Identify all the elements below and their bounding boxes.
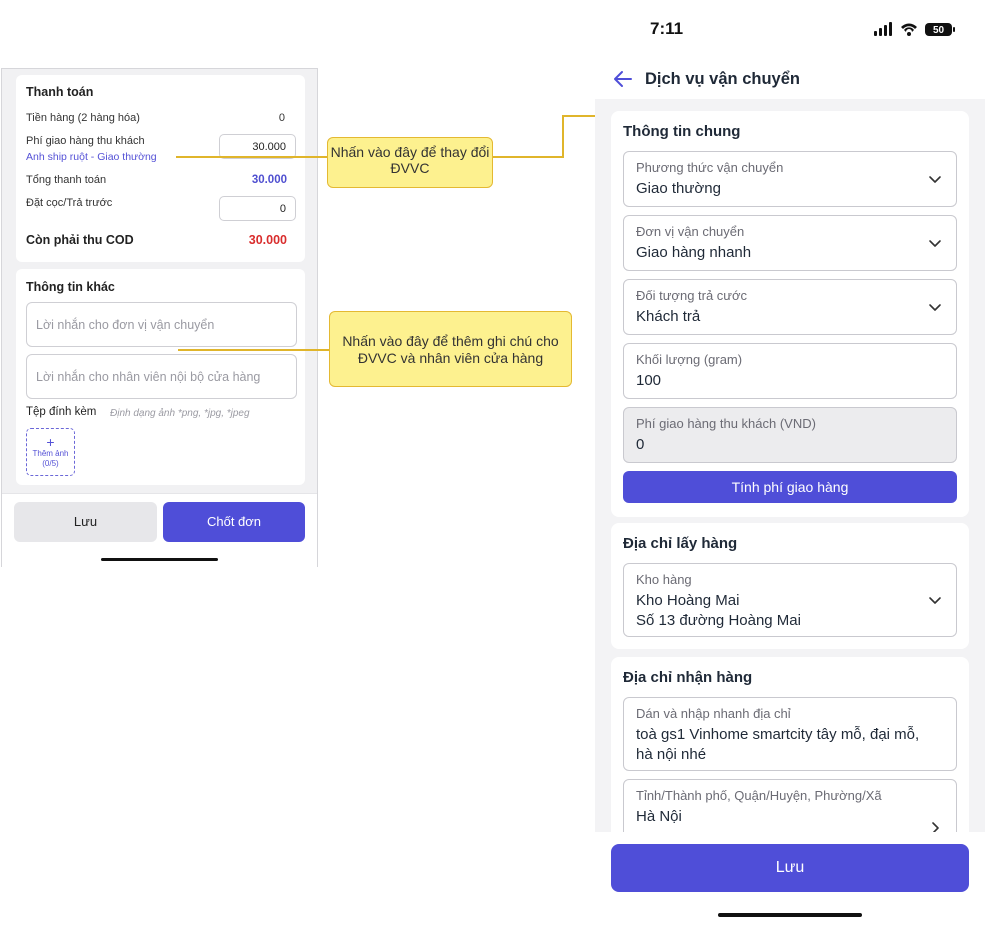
chevron-down-icon <box>929 240 941 247</box>
quick-address-label: Dán và nhập nhanh địa chỉ <box>636 706 791 721</box>
attachment-label: Tệp đính kèm <box>26 406 97 418</box>
general-info-title: Thông tin chung <box>623 123 741 140</box>
chevron-right-icon <box>932 822 939 832</box>
other-info-card: Thông tin khác Lời nhắn cho đơn vị vận c… <box>16 269 305 485</box>
pickup-address-card: Địa chỉ lấy hàng Kho hàng Kho Hoàng Mai … <box>611 523 969 649</box>
add-photo-button[interactable]: + Thêm ảnh (0/5) <box>26 428 75 476</box>
status-icons: 50 <box>874 22 955 36</box>
callout-add-note: Nhấn vào đây để thêm ghi chú cho ĐVVC và… <box>329 311 572 387</box>
action-bar: Lưu Chốt đơn <box>2 493 317 567</box>
deposit-input[interactable]: 0 <box>219 196 296 221</box>
cod-value: 30.000 <box>248 233 287 247</box>
pickup-address-title: Địa chỉ lấy hàng <box>623 535 738 552</box>
chevron-down-icon <box>929 176 941 183</box>
general-info-card: Thông tin chung Phương thức vận chuyển G… <box>611 111 969 517</box>
shipping-fee-label: Phí giao hàng thu khách <box>26 135 145 147</box>
region-select[interactable]: Tỉnh/Thành phố, Quận/Huyện, Phường/Xã Hà… <box>623 779 957 832</box>
save-shipping-button[interactable]: Lưu <box>611 844 969 892</box>
cod-label: Còn phải thu COD <box>26 233 134 247</box>
home-indicator <box>718 913 862 917</box>
grand-total-label: Tổng thanh toán <box>26 174 107 186</box>
wifi-icon <box>901 23 917 36</box>
goods-total-label: Tiền hàng (2 hàng hóa) <box>26 112 140 124</box>
delivery-address-card: Địa chỉ nhận hàng Dán và nhập nhanh địa … <box>611 657 969 832</box>
confirm-order-button[interactable]: Chốt đơn <box>163 502 305 542</box>
plus-icon: + <box>46 434 55 450</box>
shipping-fee-input[interactable]: 30.000 <box>219 134 296 159</box>
calculate-fee-button[interactable]: Tính phí giao hàng <box>623 471 957 503</box>
status-time: 7:11 <box>650 19 684 38</box>
warehouse-label: Kho hàng <box>636 572 692 587</box>
region-label: Tỉnh/Thành phố, Quận/Huyện, Phường/Xã <box>636 788 882 803</box>
chevron-down-icon <box>929 304 941 311</box>
weight-label: Khối lượng (gram) <box>636 352 743 367</box>
callout-change-carrier: Nhấn vào đây để thay đổi ĐVVC <box>327 137 493 188</box>
shipping-method-select[interactable]: Phương thức vận chuyển Giao thường <box>623 151 957 207</box>
shipping-form-scroll[interactable]: Thông tin chung Phương thức vận chuyển G… <box>595 99 985 832</box>
quick-address-input[interactable]: Dán và nhập nhanh địa chỉ toà gs1 Vinhom… <box>623 697 957 771</box>
fee-payer-value: Khách trả <box>636 308 701 325</box>
battery-level: 50 <box>933 25 945 36</box>
shipping-service-link[interactable]: Anh ship ruột - Giao thường <box>26 151 157 163</box>
chevron-down-icon <box>929 597 941 604</box>
shipping-fee-field: Phí giao hàng thu khách (VND) 0 <box>623 407 957 463</box>
region-value: Hà Nội <box>636 808 682 825</box>
fee-payer-select[interactable]: Đối tượng trả cước Khách trả <box>623 279 957 335</box>
other-info-title: Thông tin khác <box>26 280 115 294</box>
connector-service <box>493 115 597 158</box>
save-button[interactable]: Lưu <box>14 502 157 542</box>
weight-input[interactable]: Khối lượng (gram) 100 <box>623 343 957 399</box>
order-payment-panel: Thanh toán Tiền hàng (2 hàng hóa) 0 Phí … <box>1 68 318 567</box>
weight-value: 100 <box>636 372 662 389</box>
shipping-fee-field-value: 0 <box>636 436 645 453</box>
home-indicator <box>101 558 218 561</box>
deposit-label: Đặt cọc/Trả trước <box>26 197 113 209</box>
payment-title: Thanh toán <box>26 85 94 99</box>
quick-address-line1: toà gs1 Vinhome smartcity tây mỗ, đại mỗ… <box>636 726 920 743</box>
goods-total-value: 0 <box>278 112 285 124</box>
signal-icon <box>874 22 892 36</box>
attachment-hint: Định dạng ảnh *png, *jpg, *jpeg <box>110 408 250 419</box>
warehouse-address: Số 13 đường Hoàng Mai <box>636 612 801 629</box>
carrier-label: Đơn vị vận chuyển <box>636 224 745 239</box>
battery-icon: 50 <box>925 23 955 36</box>
payment-card: Thanh toán Tiền hàng (2 hàng hóa) 0 Phí … <box>16 75 305 262</box>
staff-note-input[interactable]: Lời nhắn cho nhân viên nội bộ cửa hàng <box>26 354 297 399</box>
fee-payer-label: Đối tượng trả cước <box>636 288 748 303</box>
carrier-select[interactable]: Đơn vị vận chuyển Giao hàng nhanh <box>623 215 957 271</box>
shipping-fee-field-label: Phí giao hàng thu khách (VND) <box>636 416 816 431</box>
page-title: Dịch vụ vận chuyển <box>645 70 800 88</box>
warehouse-name: Kho Hoàng Mai <box>636 592 740 609</box>
carrier-note-input[interactable]: Lời nhắn cho đơn vị vận chuyển <box>26 302 297 347</box>
back-arrow-icon[interactable] <box>611 67 635 91</box>
carrier-value: Giao hàng nhanh <box>636 244 752 261</box>
shipping-method-value: Giao thường <box>636 180 721 197</box>
quick-address-line2: hà nội nhé <box>636 746 707 763</box>
add-photo-label: Thêm ảnh <box>32 449 69 458</box>
add-photo-count: (0/5) <box>42 459 59 468</box>
delivery-address-title: Địa chỉ nhận hàng <box>623 669 753 686</box>
grand-total-value: 30.000 <box>251 174 287 186</box>
shipping-method-label: Phương thức vận chuyển <box>636 160 784 175</box>
warehouse-select[interactable]: Kho hàng Kho Hoàng Mai Số 13 đường Hoàng… <box>623 563 957 637</box>
